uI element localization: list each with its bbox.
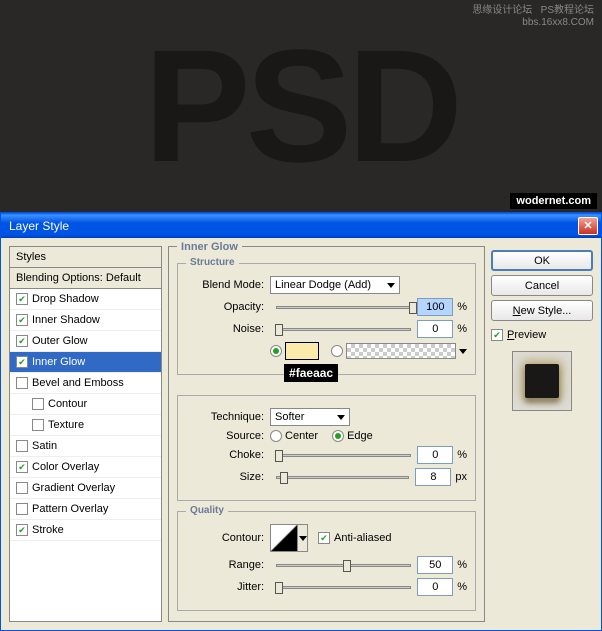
- size-slider[interactable]: [276, 476, 409, 479]
- styles-list-panel: Styles Blending Options: Default ✔ Drop S…: [9, 246, 162, 622]
- styles-header[interactable]: Styles: [10, 247, 161, 268]
- style-item-texture[interactable]: Texture: [10, 415, 161, 436]
- style-item-gradient-overlay[interactable]: Gradient Overlay: [10, 478, 161, 499]
- style-item-inner-glow[interactable]: ✔ Inner Glow: [10, 352, 161, 373]
- range-slider[interactable]: [276, 564, 411, 567]
- style-item-pattern-overlay[interactable]: Pattern Overlay: [10, 499, 161, 520]
- chevron-down-icon[interactable]: [459, 349, 467, 354]
- effect-settings-panel: Inner Glow Structure Blend Mode: Linear …: [168, 246, 485, 622]
- style-checkbox[interactable]: ✔: [16, 314, 28, 326]
- style-item-label: Bevel and Emboss: [32, 377, 124, 389]
- jitter-slider[interactable]: [276, 586, 411, 589]
- style-item-label: Drop Shadow: [32, 293, 99, 305]
- noise-label: Noise:: [186, 323, 264, 335]
- style-preview-thumbnail: [512, 351, 572, 411]
- cancel-button[interactable]: Cancel: [491, 275, 593, 296]
- chevron-down-icon: [337, 415, 345, 420]
- noise-slider[interactable]: [276, 328, 411, 331]
- structure-fieldset: Structure Blend Mode: Linear Dodge (Add)…: [177, 263, 476, 375]
- new-style-button[interactable]: New Style...: [491, 300, 593, 321]
- style-item-stroke[interactable]: ✔ Stroke: [10, 520, 161, 541]
- style-item-label: Texture: [48, 419, 84, 431]
- style-item-bevel-and-emboss[interactable]: Bevel and Emboss: [10, 373, 161, 394]
- opacity-input[interactable]: [417, 298, 453, 316]
- antialiased-checkbox[interactable]: ✔: [318, 532, 330, 544]
- style-item-color-overlay[interactable]: ✔ Color Overlay: [10, 457, 161, 478]
- technique-label: Technique:: [186, 411, 264, 423]
- range-input[interactable]: [417, 556, 453, 574]
- style-checkbox[interactable]: [32, 398, 44, 410]
- source-label: Source:: [186, 430, 264, 442]
- style-checkbox[interactable]: ✔: [16, 356, 28, 368]
- layer-style-dialog: Layer Style ✕ Styles Blending Options: D…: [0, 212, 602, 631]
- dialog-buttons-panel: OK Cancel New Style... ✔ Preview: [491, 246, 593, 622]
- gradient-radio[interactable]: [331, 345, 343, 357]
- blending-options-item[interactable]: Blending Options: Default: [10, 268, 161, 289]
- style-item-label: Outer Glow: [32, 335, 88, 347]
- style-checkbox[interactable]: ✔: [16, 293, 28, 305]
- style-checkbox[interactable]: [16, 377, 28, 389]
- style-checkbox[interactable]: ✔: [16, 461, 28, 473]
- style-item-inner-shadow[interactable]: ✔ Inner Shadow: [10, 310, 161, 331]
- opacity-slider[interactable]: [276, 306, 411, 309]
- choke-input[interactable]: [417, 446, 453, 464]
- source-center-radio[interactable]: [270, 430, 282, 442]
- style-item-label: Inner Shadow: [32, 314, 100, 326]
- ok-button[interactable]: OK: [491, 250, 593, 271]
- source-edge-radio[interactable]: [332, 430, 344, 442]
- style-item-label: Pattern Overlay: [32, 503, 108, 515]
- style-item-label: Inner Glow: [32, 356, 85, 368]
- titlebar[interactable]: Layer Style ✕: [1, 213, 601, 238]
- text-effect-preview: PSD 思缘设计论坛 PS教程论坛 bbs.16xx8.COM wodernet…: [0, 0, 602, 212]
- preview-checkbox[interactable]: ✔: [491, 329, 503, 341]
- glow-color-swatch[interactable]: [285, 342, 319, 360]
- style-checkbox[interactable]: ✔: [16, 335, 28, 347]
- style-checkbox[interactable]: ✔: [16, 524, 28, 536]
- contour-picker[interactable]: [270, 524, 298, 552]
- color-hex-annotation: #faeaac: [284, 364, 338, 382]
- close-icon: ✕: [583, 219, 592, 232]
- technique-select[interactable]: Softer: [270, 408, 350, 426]
- watermark-top-right: 思缘设计论坛 PS教程论坛 bbs.16xx8.COM: [472, 5, 594, 29]
- contour-label: Contour:: [186, 532, 264, 544]
- style-item-outer-glow[interactable]: ✔ Outer Glow: [10, 331, 161, 352]
- size-input[interactable]: [415, 468, 451, 486]
- style-item-label: Stroke: [32, 524, 64, 536]
- quality-fieldset: Quality Contour: ✔ Anti-aliased Range: %: [177, 511, 476, 611]
- chevron-down-icon: [299, 536, 307, 541]
- style-item-label: Gradient Overlay: [32, 482, 115, 494]
- color-radio[interactable]: [270, 345, 282, 357]
- opacity-label: Opacity:: [186, 301, 264, 313]
- size-label: Size:: [186, 471, 264, 483]
- style-item-label: Color Overlay: [32, 461, 99, 473]
- range-label: Range:: [186, 559, 264, 571]
- contour-dropdown[interactable]: [298, 524, 308, 552]
- elements-fieldset: Technique: Softer Source: Center Edge Ch…: [177, 395, 476, 501]
- style-item-label: Contour: [48, 398, 87, 410]
- style-checkbox[interactable]: [16, 503, 28, 515]
- jitter-label: Jitter:: [186, 581, 264, 593]
- style-checkbox[interactable]: [16, 440, 28, 452]
- dialog-title: Layer Style: [9, 219, 69, 233]
- noise-input[interactable]: [417, 320, 453, 338]
- style-item-satin[interactable]: Satin: [10, 436, 161, 457]
- panel-title: Inner Glow: [177, 241, 242, 253]
- watermark-bottom-right: wodernet.com: [510, 193, 597, 209]
- style-item-contour[interactable]: Contour: [10, 394, 161, 415]
- style-checkbox[interactable]: [32, 419, 44, 431]
- style-item-drop-shadow[interactable]: ✔ Drop Shadow: [10, 289, 161, 310]
- jitter-input[interactable]: [417, 578, 453, 596]
- glow-gradient-swatch[interactable]: [346, 343, 456, 359]
- chevron-down-icon: [387, 283, 395, 288]
- blend-mode-label: Blend Mode:: [186, 279, 264, 291]
- blend-mode-select[interactable]: Linear Dodge (Add): [270, 276, 400, 294]
- choke-slider[interactable]: [276, 454, 411, 457]
- choke-label: Choke:: [186, 449, 264, 461]
- preview-text: PSD: [144, 14, 458, 198]
- close-button[interactable]: ✕: [578, 217, 598, 235]
- style-checkbox[interactable]: [16, 482, 28, 494]
- style-item-label: Satin: [32, 440, 57, 452]
